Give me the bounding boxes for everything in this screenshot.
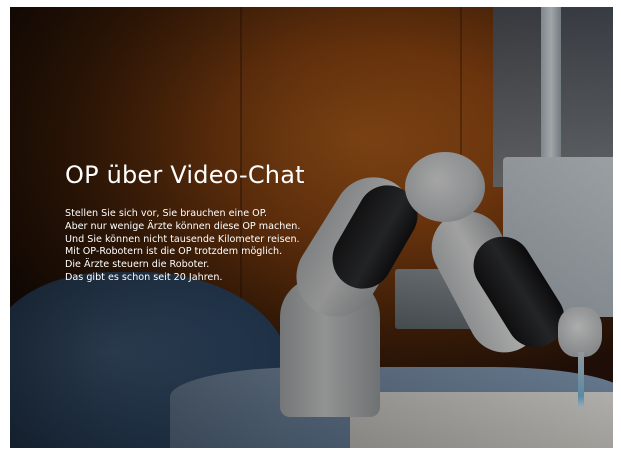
text-line: Stellen Sie sich vor, Sie brauchen eine …	[65, 208, 268, 219]
text-line: Das gibt es schon seit 20 Jahren.	[65, 271, 223, 283]
text-line: Aber nur wenige Ärzte können diese OP ma…	[65, 220, 301, 232]
slide-text: Stellen Sie sich vor, Sie brauchen eine …	[65, 208, 385, 285]
slide-content: OP über Video-Chat Stellen Sie sich vor,…	[65, 160, 385, 285]
slide-title: OP über Video-Chat	[65, 161, 305, 189]
hero-slide: OP über Video-Chat Stellen Sie sich vor,…	[10, 7, 613, 448]
text-line: Die Ärzte steuern die Roboter.	[65, 259, 210, 271]
text-line: Und Sie können nicht tausende Kilometer …	[65, 233, 300, 245]
text-line: Mit OP-Robotern ist die OP trotzdem mögl…	[65, 246, 283, 258]
